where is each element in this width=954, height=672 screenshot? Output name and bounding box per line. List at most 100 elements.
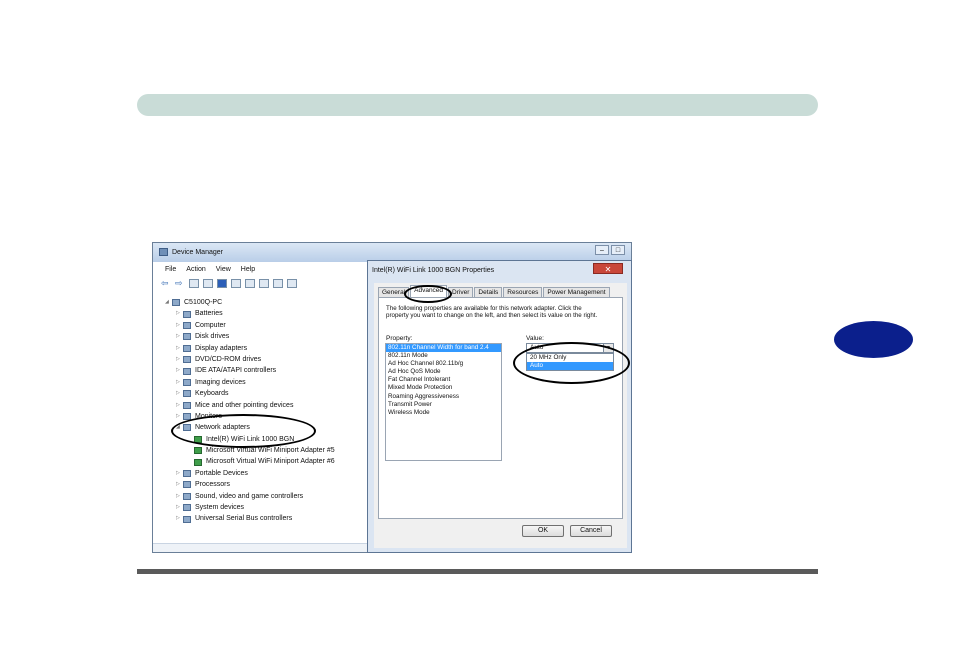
tree-node[interactable]: ▷ Processors bbox=[165, 479, 335, 490]
device-category-icon bbox=[183, 344, 191, 352]
tree-node-label: DVD/CD-ROM drives bbox=[195, 355, 262, 363]
device-category-icon bbox=[183, 470, 191, 478]
expander-icon[interactable]: ▷ bbox=[176, 502, 183, 513]
expander-icon[interactable]: ▷ bbox=[176, 320, 183, 331]
page-header-bar bbox=[137, 94, 818, 116]
device-category-icon bbox=[183, 481, 191, 489]
tree-node-label: C5100Q-PC bbox=[184, 299, 223, 306]
tree-node-label: Display adapters bbox=[195, 344, 248, 352]
tree-node[interactable]: ▷ Portable Devices bbox=[165, 468, 335, 479]
highlight-oval-advanced-tab bbox=[404, 285, 452, 303]
expander-icon[interactable]: ▷ bbox=[176, 354, 183, 365]
device-category-icon bbox=[183, 321, 191, 329]
menu-file[interactable]: File bbox=[165, 266, 176, 273]
disable-icon[interactable] bbox=[287, 279, 297, 288]
tree-node[interactable]: ▷ IDE ATA/ATAPI controllers bbox=[165, 365, 335, 376]
tree-node[interactable]: ▷ Mice and other pointing devices bbox=[165, 400, 335, 411]
expander-icon[interactable]: ▷ bbox=[176, 400, 183, 411]
device-category-icon bbox=[183, 310, 191, 318]
properties-icon[interactable] bbox=[203, 279, 213, 288]
tree-node[interactable]: ▷ Keyboards bbox=[165, 388, 335, 399]
tree-node-label: System devices bbox=[195, 504, 245, 512]
property-item[interactable]: Wireless Mode bbox=[386, 409, 501, 417]
device-category-icon bbox=[183, 333, 191, 341]
tree-node[interactable]: ◢ C5100Q-PC bbox=[165, 297, 335, 308]
device-category-icon bbox=[183, 492, 191, 500]
expander-icon[interactable]: ▷ bbox=[176, 468, 183, 479]
network-adapter-icon bbox=[194, 447, 202, 455]
menu-action[interactable]: Action bbox=[186, 266, 205, 273]
property-label: Property: bbox=[386, 335, 413, 342]
property-item[interactable]: Mixed Mode Protection bbox=[386, 384, 501, 392]
expander-icon[interactable]: ▷ bbox=[176, 377, 183, 388]
view-icon[interactable] bbox=[231, 279, 241, 288]
expander-icon[interactable]: ▷ bbox=[176, 491, 183, 502]
scan-hardware-icon[interactable] bbox=[245, 279, 255, 288]
device-manager-title: Device Manager bbox=[172, 249, 223, 256]
tree-node[interactable]: ▷ Disk drives bbox=[165, 331, 335, 342]
property-item[interactable]: Roaming Aggressiveness bbox=[386, 393, 501, 401]
tree-node-label: Disk drives bbox=[195, 333, 230, 341]
tree-node[interactable]: ▷ Universal Serial Bus controllers bbox=[165, 513, 335, 524]
expander-icon[interactable]: ◢ bbox=[165, 297, 172, 308]
back-arrow-icon[interactable]: ⇦ bbox=[161, 279, 171, 288]
ok-button[interactable]: OK bbox=[522, 525, 564, 537]
toolbar: ⇦ ⇨ bbox=[161, 279, 297, 288]
tree-node-label: Mice and other pointing devices bbox=[195, 401, 294, 409]
menu-bar: File Action View Help bbox=[165, 266, 255, 273]
property-item[interactable]: Transmit Power bbox=[386, 401, 501, 409]
expander-icon[interactable]: ▷ bbox=[176, 513, 183, 524]
property-item[interactable]: Ad Hoc Channel 802.11b/g bbox=[386, 360, 501, 368]
forward-arrow-icon[interactable]: ⇨ bbox=[175, 279, 185, 288]
expander-icon[interactable]: ▷ bbox=[176, 365, 183, 376]
close-button[interactable]: ✕ bbox=[593, 263, 623, 274]
maximize-button[interactable]: □ bbox=[611, 245, 625, 255]
tree-node[interactable]: ▷ Imaging devices bbox=[165, 377, 335, 388]
minimize-button[interactable]: – bbox=[595, 245, 609, 255]
device-category-icon bbox=[183, 367, 191, 375]
property-item[interactable]: Fat Channel Intolerant bbox=[386, 376, 501, 384]
dialog-body: General Advanced Driver Details Resource… bbox=[374, 283, 627, 548]
update-driver-icon[interactable] bbox=[259, 279, 269, 288]
property-list[interactable]: 802.11n Channel Width for band 2.4 802.11… bbox=[385, 343, 502, 461]
tree-node[interactable]: ▷ Batteries bbox=[165, 308, 335, 319]
panel-description: The following properties are available f… bbox=[386, 305, 598, 319]
expander-icon[interactable]: ▷ bbox=[176, 479, 183, 490]
expander-icon[interactable]: ▷ bbox=[176, 388, 183, 399]
tree-node-label: Universal Serial Bus controllers bbox=[195, 515, 293, 523]
property-item[interactable]: Ad Hoc QoS Mode bbox=[386, 368, 501, 376]
tree-node-label: Portable Devices bbox=[195, 469, 248, 477]
menu-help[interactable]: Help bbox=[241, 266, 255, 273]
tree-node[interactable]: ▷ Computer bbox=[165, 320, 335, 331]
tree-node-label: Sound, video and game controllers bbox=[195, 492, 304, 500]
expander-icon[interactable]: ▷ bbox=[176, 308, 183, 319]
menu-view[interactable]: View bbox=[216, 266, 231, 273]
properties-dialog: Intel(R) WiFi Link 1000 BGN Properties ✕… bbox=[367, 260, 632, 553]
value-label: Value: bbox=[526, 335, 544, 342]
tree-node[interactable]: ▷ Sound, video and game controllers bbox=[165, 491, 335, 502]
device-category-icon bbox=[183, 504, 191, 512]
tree-node[interactable]: ▷ System devices bbox=[165, 502, 335, 513]
device-tree: ◢ C5100Q-PC ▷ Batteries ▷ Computer ▷ Disk drive… bbox=[165, 297, 335, 525]
expander-icon[interactable]: ▷ bbox=[176, 411, 183, 422]
tree-node[interactable]: ▷ Display adapters bbox=[165, 343, 335, 354]
property-item[interactable]: 802.11n Mode bbox=[386, 352, 501, 360]
tree-node[interactable]: Microsoft Virtual WiFi Miniport Adapter … bbox=[165, 456, 335, 467]
uninstall-icon[interactable] bbox=[273, 279, 283, 288]
help-icon[interactable] bbox=[217, 279, 227, 288]
tree-node-label: Imaging devices bbox=[195, 378, 246, 386]
computer-icon bbox=[172, 299, 180, 307]
show-hide-tree-icon[interactable] bbox=[189, 279, 199, 288]
device-category-icon bbox=[183, 378, 191, 386]
expander-icon[interactable]: ▷ bbox=[176, 343, 183, 354]
property-item[interactable]: 802.11n Channel Width for band 2.4 bbox=[386, 344, 501, 353]
tree-node-label: Processors bbox=[195, 481, 231, 489]
network-adapter-icon bbox=[194, 458, 202, 466]
tree-node[interactable]: ▷ DVD/CD-ROM drives bbox=[165, 354, 335, 365]
device-category-icon bbox=[183, 390, 191, 398]
device-category-icon bbox=[183, 515, 191, 523]
device-category-icon bbox=[183, 401, 191, 409]
cancel-button[interactable]: Cancel bbox=[570, 525, 612, 537]
tree-node-label: IDE ATA/ATAPI controllers bbox=[195, 367, 277, 375]
expander-icon[interactable]: ▷ bbox=[176, 331, 183, 342]
